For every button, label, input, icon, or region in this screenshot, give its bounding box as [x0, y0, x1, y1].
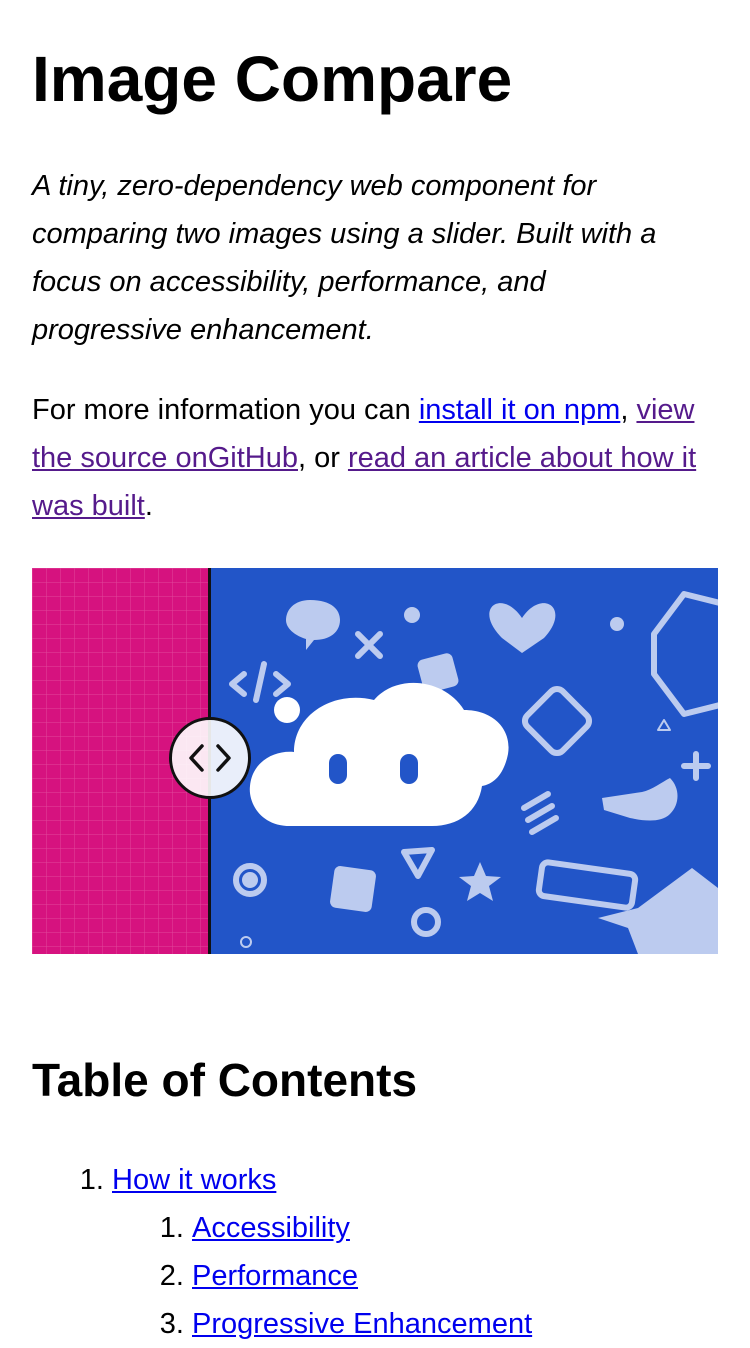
info-or: , or — [297, 442, 348, 474]
intro-paragraph: A tiny, zero-dependency web component fo… — [32, 170, 657, 346]
toc-link-how-it-works[interactable]: How it works — [112, 1164, 276, 1196]
chevrons-left-right-icon — [189, 744, 231, 772]
compare-images — [32, 568, 718, 954]
toc-subitem: Accessibility — [192, 1204, 718, 1252]
sparkle-decoration — [610, 617, 624, 631]
info-period: . — [144, 490, 153, 522]
image-compare[interactable] — [32, 568, 718, 954]
toc-sublist: Accessibility Performance Progressive En… — [112, 1204, 718, 1348]
npm-link[interactable]: install it on npm — [419, 394, 621, 426]
toc-item: How it works Accessibility Performance P… — [112, 1156, 718, 1348]
small-dot-decoration — [274, 697, 300, 723]
toc-subitem: Progressive Enhancement — [192, 1300, 718, 1348]
slider-handle[interactable] — [169, 717, 251, 799]
page-title: Image Compare — [32, 43, 513, 115]
toc-heading: Table of Contents — [32, 1054, 418, 1106]
cloud-eye-left — [329, 754, 347, 784]
toc-link-progressive-enhancement[interactable]: Progressive Enhancement — [192, 1308, 532, 1340]
dot-decoration — [404, 607, 420, 623]
toc-subitem: Performance — [192, 1252, 718, 1300]
page: Image Compare A tiny, zero-dependency we… — [0, 0, 750, 1348]
toc-list: How it works Accessibility Performance P… — [32, 1156, 718, 1348]
info-prefix: For more information you can — [32, 394, 419, 426]
target-center-decoration — [242, 872, 258, 888]
info-paragraph: For more information you can install it … — [32, 386, 702, 530]
font-aa-icon — [330, 866, 376, 912]
toc-link-accessibility[interactable]: Accessibility — [192, 1212, 350, 1244]
info-comma: , — [620, 394, 637, 426]
cloud-eye-right — [400, 754, 418, 784]
toc-link-performance[interactable]: Performance — [192, 1260, 358, 1292]
